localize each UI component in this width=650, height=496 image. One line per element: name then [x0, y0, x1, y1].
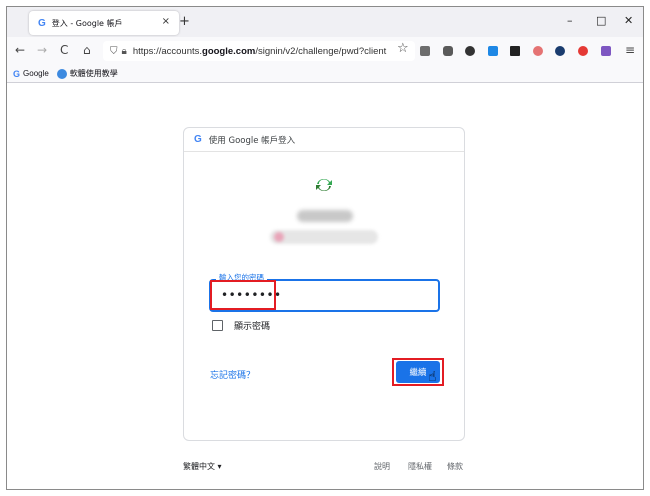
bookmark-label: Google	[23, 69, 49, 78]
forgot-password-link[interactable]: 忘記密碼？	[210, 368, 255, 381]
google-favicon-icon: G	[38, 17, 46, 29]
show-password-checkbox[interactable]	[212, 320, 223, 331]
bookmark-label: 軟體使用教學	[69, 69, 118, 78]
maximize-button[interactable]: □	[596, 14, 606, 27]
extension-dark-icon[interactable]	[555, 46, 565, 56]
tab-google-signin[interactable]: G 登入 - Google 帳戶 ×	[29, 11, 179, 35]
extension-pocket-icon[interactable]	[420, 46, 430, 56]
sync-arrows-icon	[316, 178, 332, 192]
address-bar[interactable]: ⛉ 🔒︎ https://accounts.google.com/signin/…	[103, 41, 415, 61]
reload-button[interactable]: C	[60, 43, 68, 57]
extension-notification-icon[interactable]	[601, 46, 611, 56]
tab-bar: G 登入 - Google 帳戶 × + – □ ✕	[7, 7, 643, 37]
bookmarks-bar: G Google 軟體使用教學	[7, 65, 643, 83]
forward-button[interactable]: →	[37, 43, 47, 57]
menu-icon[interactable]: ≡	[625, 43, 635, 57]
card-header-title: 使用 Google 帳戶登入	[208, 135, 296, 146]
minimize-button[interactable]: –	[567, 14, 573, 27]
help-link[interactable]: 說明	[374, 461, 390, 472]
extension-circle-icon[interactable]	[465, 46, 475, 56]
signin-card: G 使用 Google 帳戶登入 輸入您的密碼 •••••••• 顯示密碼 忘記…	[183, 127, 465, 441]
tab-title: 登入 - Google 帳戶	[51, 18, 123, 28]
tab-close-icon[interactable]: ×	[162, 16, 170, 27]
back-button[interactable]: ←	[15, 43, 25, 57]
extension-translate-icon[interactable]	[488, 46, 498, 56]
bookmark-star-icon[interactable]: ☆	[397, 42, 409, 56]
account-name-blurred	[297, 210, 353, 222]
show-password-label[interactable]: 顯示密碼	[234, 319, 270, 332]
bookmark-globe-icon	[56, 68, 67, 79]
language-selector[interactable]: 繁體中文 ▾	[183, 461, 222, 472]
page-content: G 使用 Google 帳戶登入 輸入您的密碼 •••••••• 顯示密碼 忘記…	[7, 84, 643, 489]
hand-cursor-icon: ☝	[428, 369, 437, 385]
window-close-button[interactable]: ✕	[624, 14, 633, 27]
card-header: G 使用 Google 帳戶登入	[184, 128, 464, 152]
bookmark-google[interactable]: G Google	[13, 69, 49, 79]
google-icon: G	[13, 68, 21, 79]
url-text: https://accounts.google.com/signin/v2/ch…	[132, 45, 387, 57]
terms-link[interactable]: 條款	[447, 461, 463, 472]
new-tab-button[interactable]: +	[179, 14, 190, 29]
extension-pen-icon[interactable]	[533, 46, 543, 56]
extension-shield-icon[interactable]	[443, 46, 453, 56]
highlight-box-password	[210, 280, 276, 310]
home-button[interactable]: ⌂	[83, 43, 91, 57]
avatar	[274, 232, 284, 242]
bookmark-software-tutorial[interactable]: 軟體使用教學	[56, 68, 118, 79]
privacy-link[interactable]: 隱私權	[408, 461, 432, 472]
extension-crop-icon[interactable]	[510, 46, 520, 56]
adblock-icon[interactable]	[578, 46, 588, 56]
lock-icon[interactable]: 🔒︎	[122, 46, 127, 57]
shield-icon[interactable]: ⛉	[110, 46, 118, 57]
navigation-bar: ← → C ⌂ ⛉ 🔒︎ https://accounts.google.com…	[7, 37, 643, 65]
browser-window: G 登入 - Google 帳戶 × + – □ ✕ ← → C ⌂ ⛉ 🔒︎ …	[6, 6, 644, 490]
google-logo-icon: G	[194, 134, 202, 145]
account-email-blurred	[270, 230, 378, 244]
